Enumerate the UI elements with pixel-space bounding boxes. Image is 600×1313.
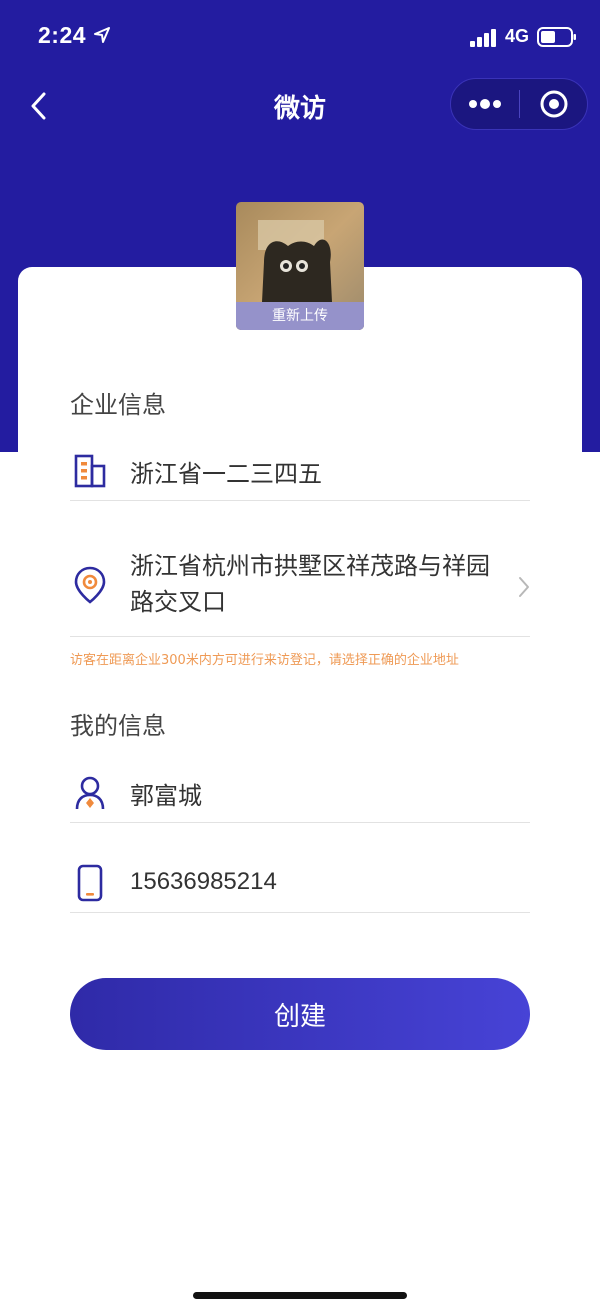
status-time: 2:24	[38, 22, 87, 48]
company-address-field[interactable]: 浙江省杭州市拱墅区祥茂路与祥园路交叉口	[70, 540, 530, 637]
mini-program-capsule	[450, 78, 588, 130]
home-indicator	[193, 1292, 407, 1299]
my-info-section-title: 我的信息	[70, 712, 166, 740]
nav-bar: 微访	[0, 76, 600, 136]
signal-icon	[470, 29, 496, 47]
status-bar: 2:24 4G	[0, 0, 600, 76]
network-label: 4G	[505, 26, 530, 46]
more-button[interactable]	[451, 79, 519, 129]
more-dots-icon	[469, 99, 501, 109]
company-section-title: 企业信息	[70, 391, 166, 419]
chevron-right-icon	[519, 577, 529, 597]
location-pin-icon	[74, 566, 106, 604]
mobile-phone-icon	[77, 864, 103, 902]
company-name-field[interactable]: 浙江省一二三四五	[70, 442, 530, 501]
visitor-phone-field[interactable]: 15636985214	[70, 852, 530, 913]
close-mini-program-button[interactable]	[520, 79, 587, 129]
location-arrow-icon	[94, 27, 110, 43]
avatar-upload[interactable]: 重新上传	[236, 202, 364, 330]
company-address-value: 浙江省杭州市拱墅区祥茂路与祥园路交叉口	[130, 552, 490, 616]
battery-icon	[537, 27, 576, 47]
company-name-value: 浙江省一二三四五	[130, 460, 322, 488]
visitor-name-value: 郭富城	[130, 782, 202, 810]
reupload-label: 重新上传	[236, 302, 364, 330]
distance-hint: 访客在距离企业300米内方可进行来访登记，请选择正确的企业地址	[70, 653, 459, 668]
user-icon	[75, 776, 105, 810]
target-circle-icon	[540, 90, 567, 118]
building-icon	[74, 454, 106, 488]
visitor-phone-value: 15636985214	[130, 868, 277, 895]
visitor-name-field[interactable]: 郭富城	[70, 763, 530, 823]
create-button[interactable]: 创建	[70, 978, 530, 1050]
